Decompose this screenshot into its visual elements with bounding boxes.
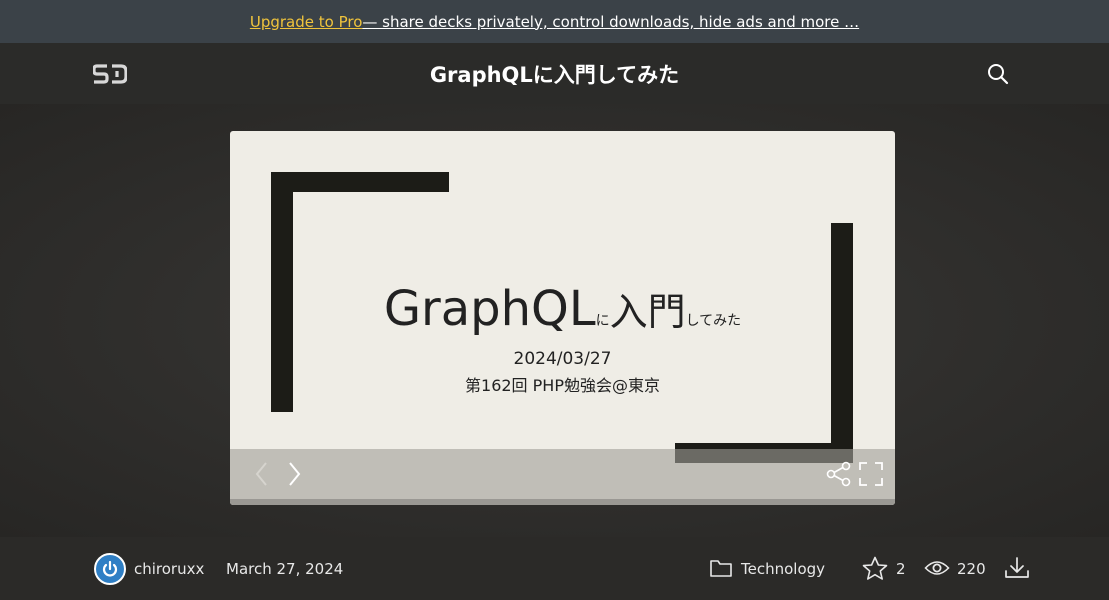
eye-icon <box>924 559 950 581</box>
deck-footer: chiroruxx March 27, 2024 Technology 2 22… <box>0 537 1109 600</box>
slide-viewer[interactable]: GraphQLに入門してみた 2024/03/27 第162回 PHP勉強会@東… <box>230 131 895 505</box>
publish-date: March 27, 2024 <box>226 560 344 578</box>
star-icon[interactable] <box>862 556 888 585</box>
view-count: 220 <box>957 560 986 578</box>
category-link[interactable]: Technology <box>741 560 825 578</box>
slide-title-main: GraphQL <box>383 281 596 337</box>
download-icon[interactable] <box>1004 556 1030 584</box>
slide-controls <box>230 449 895 505</box>
header-bar: GraphQLに入門してみた <box>0 43 1109 104</box>
star-count: 2 <box>896 560 906 578</box>
avatar[interactable] <box>94 553 126 585</box>
author-name[interactable]: chiroruxx <box>134 560 204 578</box>
share-icon[interactable] <box>826 461 852 487</box>
prev-arrow-icon[interactable] <box>254 461 270 487</box>
bracket-top-left-horizontal <box>271 172 449 192</box>
slide-title-suffix: してみた <box>685 313 742 329</box>
promo-text-link[interactable]: — share decks privately, control downloa… <box>362 13 859 31</box>
slide-progress-bar <box>230 499 895 505</box>
next-arrow-icon[interactable] <box>286 461 302 487</box>
slide-title-particle: に <box>595 313 610 329</box>
fullscreen-icon[interactable] <box>858 461 884 487</box>
upgrade-link[interactable]: Upgrade to Pro <box>250 13 363 31</box>
folder-icon[interactable] <box>709 558 733 582</box>
bracket-bottom-right-vertical <box>831 223 853 463</box>
slide-title: GraphQLに入門してみた <box>230 281 895 337</box>
search-icon[interactable] <box>986 62 1010 86</box>
promo-banner: Upgrade to Pro — share decks privately, … <box>0 0 1109 43</box>
slide-date: 2024/03/27 <box>513 349 612 369</box>
slide-title-kanji: 入門 <box>609 290 686 334</box>
page-title: GraphQLに入門してみた <box>429 63 680 87</box>
slide-event: 第162回 PHP勉強会@東京 <box>465 376 660 395</box>
